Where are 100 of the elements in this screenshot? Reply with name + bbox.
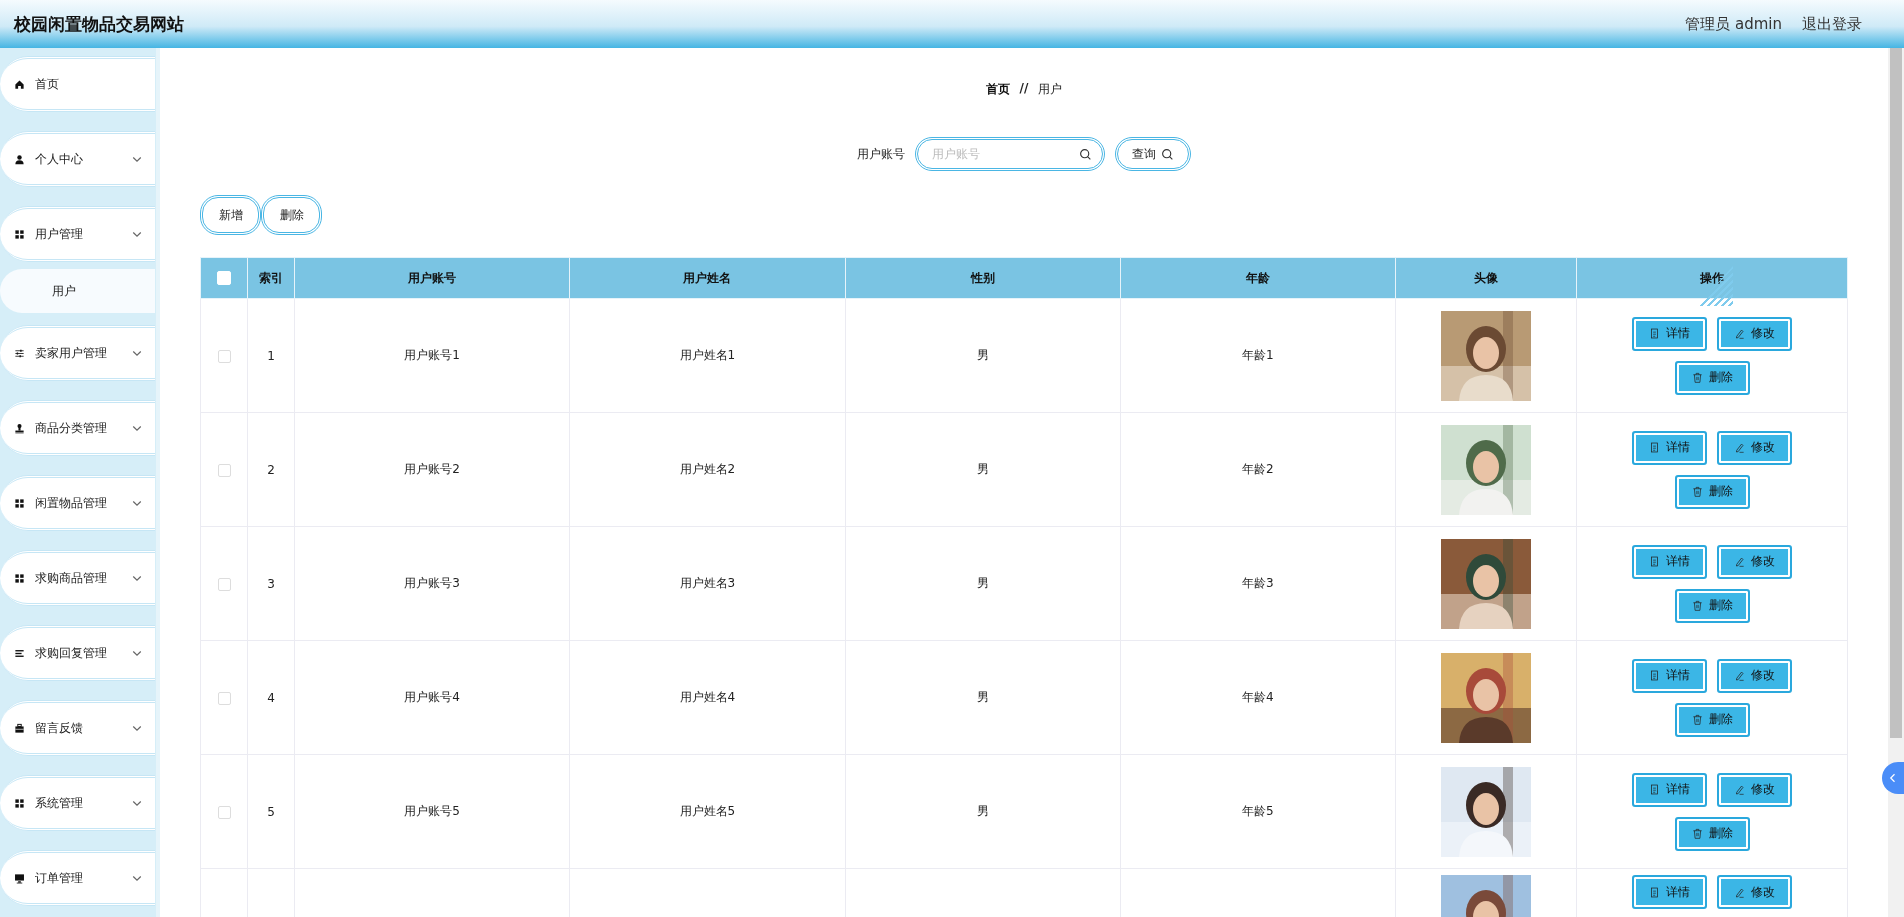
sidebar-item[interactable]: 系统管理 <box>0 775 155 831</box>
list-icon <box>14 647 25 659</box>
table-cell: 用户姓名3 <box>569 526 845 641</box>
table-cell: 男 <box>845 640 1121 755</box>
collapse-tab[interactable] <box>1882 762 1904 794</box>
grid-icon <box>14 572 25 584</box>
logout-link[interactable]: 退出登录 <box>1802 14 1862 34</box>
edit-button[interactable]: 修改 <box>1717 544 1792 579</box>
table-cell: 年龄2 <box>1120 412 1396 527</box>
detail-button[interactable]: 详情 <box>1632 658 1707 693</box>
pencil-icon <box>1734 328 1745 339</box>
detail-button[interactable]: 详情 <box>1632 875 1707 909</box>
delete-button[interactable]: 删除 <box>1674 816 1750 851</box>
detail-button[interactable]: 详情 <box>1632 772 1707 807</box>
document-icon <box>1649 670 1660 681</box>
submenu-item[interactable]: 用户 <box>0 269 155 313</box>
table-cell: 用户账号1 <box>294 298 570 413</box>
site-title: 校园闲置物品交易网站 <box>14 12 184 36</box>
column-header: 操作 <box>1576 257 1848 299</box>
stamp-icon <box>14 422 25 434</box>
sidebar-item[interactable]: 卖家用户管理 <box>0 325 155 381</box>
sidebar-item[interactable]: 首页 <box>0 56 155 112</box>
pencil-icon <box>1734 442 1745 453</box>
sidebar-item[interactable]: 订单管理 <box>0 850 155 906</box>
table-cell: 男 <box>845 754 1121 869</box>
document-icon <box>1649 886 1660 898</box>
table-cell: 用户账号3 <box>294 526 570 641</box>
detail-button[interactable]: 详情 <box>1632 544 1707 579</box>
table-cell: 用户姓名4 <box>569 640 845 755</box>
delete-button[interactable]: 删除 <box>1674 474 1750 509</box>
table-cell: 用户姓名5 <box>569 754 845 869</box>
delete-button[interactable]: 删除 <box>1674 360 1750 395</box>
pencil-icon <box>1734 670 1745 681</box>
home-icon <box>14 78 25 90</box>
column-header: 年龄 <box>1120 257 1396 299</box>
document-icon <box>1649 328 1660 339</box>
query-button[interactable]: 查询 <box>1115 137 1191 171</box>
add-button[interactable]: 新增 <box>200 195 261 235</box>
admin-label: 管理员 admin <box>1685 14 1782 34</box>
table-cell: 4 <box>247 640 295 755</box>
sidebar-item[interactable]: 用户管理 <box>0 206 155 262</box>
table-cell: 年龄4 <box>1120 640 1396 755</box>
detail-button[interactable]: 详情 <box>1632 430 1707 465</box>
delete-button[interactable]: 删除 <box>261 195 322 235</box>
grid-icon <box>14 497 25 509</box>
table-cell: 年龄5 <box>1120 754 1396 869</box>
search-icon <box>1079 147 1092 161</box>
document-icon <box>1649 442 1660 453</box>
column-header: 用户账号 <box>294 257 570 299</box>
trash-icon <box>1691 372 1703 383</box>
sidebar-item[interactable]: 留言反馈 <box>0 700 155 756</box>
edit-button[interactable]: 修改 <box>1717 430 1792 465</box>
trash-icon <box>1691 486 1703 497</box>
briefcase-icon <box>14 722 25 734</box>
table-cell: 2 <box>247 412 295 527</box>
search-label: 用户账号 <box>857 145 905 163</box>
search-icon <box>1161 147 1174 161</box>
sidebar-item[interactable]: 个人中心 <box>0 131 155 187</box>
grid-icon <box>14 797 25 809</box>
scrollbar-thumb[interactable] <box>1890 48 1902 738</box>
pencil-icon <box>1734 784 1745 795</box>
table-cell: 年龄3 <box>1120 526 1396 641</box>
checkbox[interactable] <box>217 691 231 705</box>
checkbox[interactable] <box>217 463 231 477</box>
table-cell: 用户姓名2 <box>569 412 845 527</box>
column-header: 头像 <box>1395 257 1577 299</box>
pencil-icon <box>1734 556 1745 567</box>
scrollbar[interactable] <box>1888 48 1904 917</box>
checkbox[interactable] <box>217 805 231 819</box>
table-cell: 1 <box>247 298 295 413</box>
table-cell: 用户账号2 <box>294 412 570 527</box>
sidebar-item[interactable]: 求购回复管理 <box>0 625 155 681</box>
column-header: 性别 <box>845 257 1121 299</box>
pencil-icon <box>1734 886 1745 898</box>
table-cell: 用户账号5 <box>294 754 570 869</box>
breadcrumb-current: 用户 <box>1038 81 1063 98</box>
sidebar-item[interactable]: 商品分类管理 <box>0 400 155 456</box>
edit-button[interactable]: 修改 <box>1717 316 1792 351</box>
breadcrumb-link[interactable]: 首页 <box>985 81 1010 121</box>
breadcrumb-separator: // <box>1019 81 1029 97</box>
delete-button[interactable]: 删除 <box>1674 702 1750 737</box>
table-cell: 5 <box>247 754 295 869</box>
table-cell: 男 <box>845 298 1121 413</box>
table-cell: 3 <box>247 526 295 641</box>
edit-button[interactable]: 修改 <box>1717 875 1792 909</box>
sidebar-item[interactable]: 求购商品管理 <box>0 550 155 606</box>
table-cell: 男 <box>845 412 1121 527</box>
search-field[interactable]: 用户账号 <box>915 137 1105 171</box>
column-header: 用户姓名 <box>569 257 845 299</box>
sliders-icon <box>14 347 25 359</box>
edit-button[interactable]: 修改 <box>1717 658 1792 693</box>
sidebar-item[interactable]: 闲置物品管理 <box>0 475 155 531</box>
person-icon <box>14 153 25 165</box>
detail-button[interactable]: 详情 <box>1632 316 1707 351</box>
grid-icon <box>14 228 25 240</box>
edit-button[interactable]: 修改 <box>1717 772 1792 807</box>
delete-button[interactable]: 删除 <box>1674 588 1750 623</box>
checkbox[interactable] <box>217 349 231 363</box>
checkbox[interactable] <box>217 577 231 591</box>
document-icon <box>1649 784 1660 795</box>
